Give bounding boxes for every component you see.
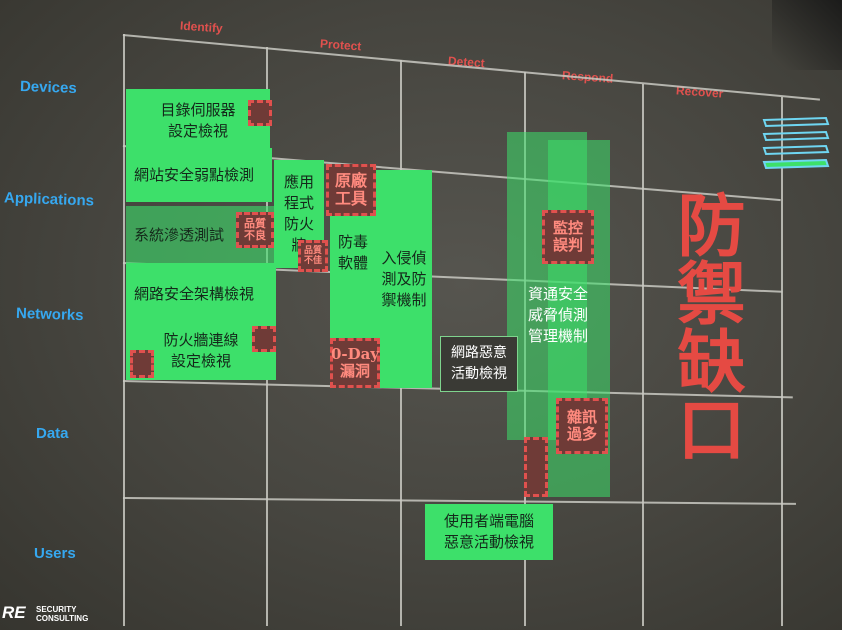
threat-detection-label: 資通安全 威脅偵測 管理機制 bbox=[527, 284, 588, 345]
endpoint-activity-review-box: 使用者端電腦 惡意活動檢視 bbox=[425, 504, 553, 560]
web-vuln-scan-box: 網站安全弱點檢測 bbox=[126, 148, 272, 202]
col-header-protect: Protect bbox=[319, 36, 362, 54]
gap-monitor-misjudge: 監控 誤判 bbox=[542, 210, 594, 264]
company-tagline-2: CONSULTING bbox=[36, 614, 89, 623]
gap-server-config bbox=[248, 100, 272, 126]
ids-ips-box: 入侵偵 測及防 禦機制 bbox=[376, 170, 432, 388]
row-header-applications: Applications bbox=[3, 189, 95, 210]
company-logo: RE bbox=[2, 603, 26, 622]
gap-zero-day: 0-Day 漏洞 bbox=[330, 338, 380, 388]
gap-threat-data bbox=[524, 437, 548, 497]
gap-firewall-rules-1 bbox=[252, 326, 276, 352]
row-header-users: Users bbox=[34, 545, 76, 562]
network-arch-review-box: 網路安全架構檢視 bbox=[126, 263, 276, 325]
layers-icon bbox=[762, 116, 830, 170]
gap-too-many-alerts: 雜訊 過多 bbox=[556, 398, 608, 454]
projector-edge bbox=[772, 0, 842, 70]
row-header-networks: Networks bbox=[15, 304, 84, 325]
row-header-devices: Devices bbox=[19, 78, 77, 97]
company-tagline-1: SECURITY bbox=[36, 605, 77, 614]
col-header-identify: Identify bbox=[179, 18, 224, 36]
gap-source-tools: 原廠 工具 bbox=[326, 164, 376, 216]
gap-quality-poor-2: 品質 不佳 bbox=[298, 240, 328, 272]
network-activity-review-box: 網路惡意 活動檢視 bbox=[440, 336, 518, 392]
gap-quality-poor-1: 品質 不良 bbox=[236, 212, 274, 248]
defense-gap-label: 防禦缺口 bbox=[665, 190, 745, 462]
gap-firewall-rules-2 bbox=[130, 350, 154, 378]
row-header-data: Data bbox=[36, 425, 69, 442]
